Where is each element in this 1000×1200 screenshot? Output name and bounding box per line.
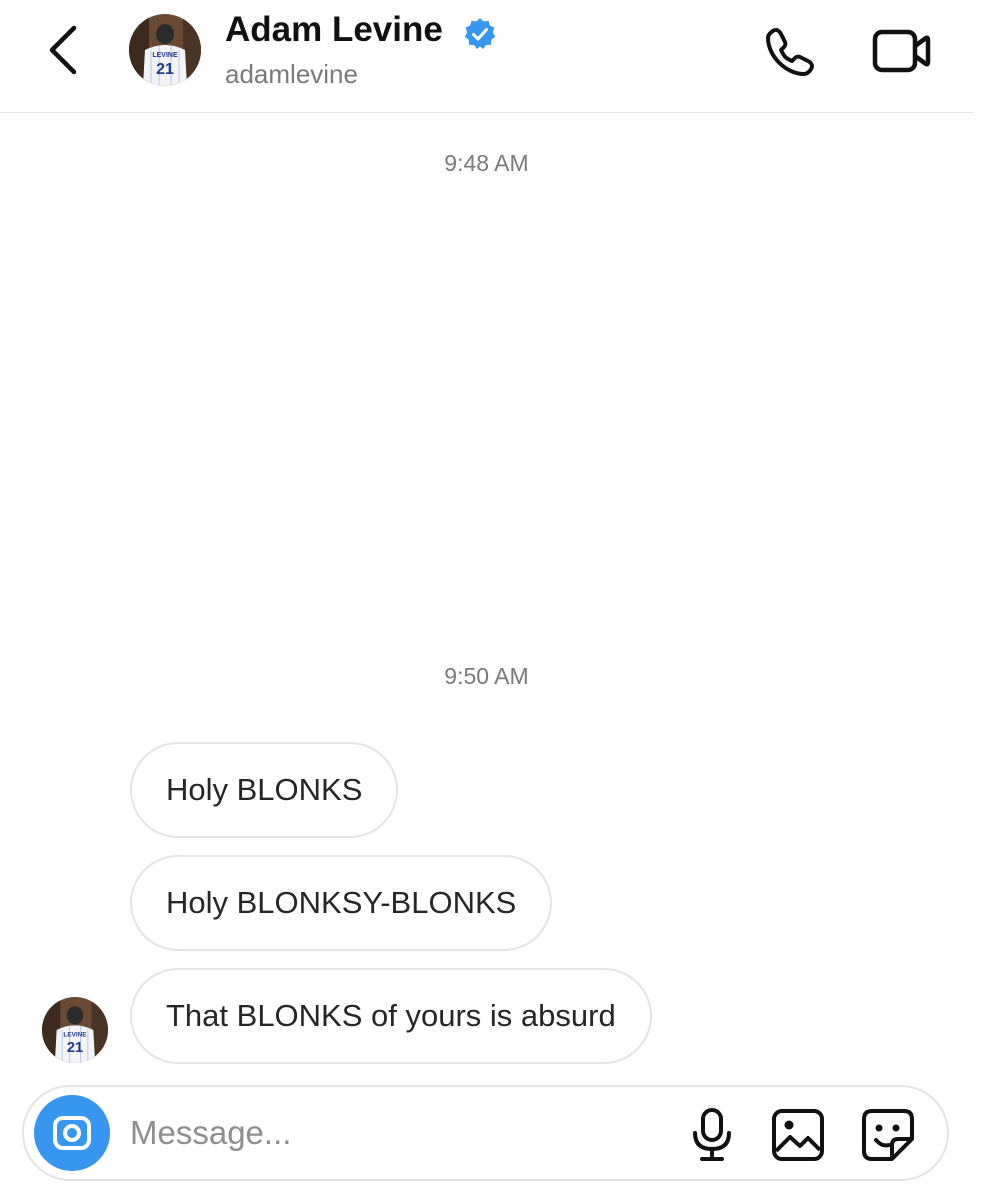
avatar-jersey-number: 21 <box>67 1040 83 1056</box>
gallery-button[interactable] <box>770 1107 826 1163</box>
contact-name[interactable]: Adam Levine <box>225 10 443 50</box>
message-input[interactable] <box>130 1107 670 1159</box>
message-timestamp: 9:48 AM <box>444 150 529 176</box>
audio-call-button[interactable] <box>760 22 820 82</box>
video-camera-icon <box>872 29 931 73</box>
message-text: Holy BLONKS <box>166 772 363 807</box>
message-composer <box>22 1085 949 1181</box>
message-timestamp: 9:50 AM <box>444 663 529 689</box>
received-message[interactable]: That BLONKS of yours is absurd <box>130 968 652 1064</box>
received-message[interactable]: Holy BLONKSY-BLONKS <box>130 855 553 951</box>
phone-icon <box>766 28 814 76</box>
chevron-left-icon <box>49 25 77 75</box>
back-button[interactable] <box>40 22 88 78</box>
image-icon <box>772 1109 824 1161</box>
avatar-jersey-number: 21 <box>156 61 174 78</box>
microphone-icon <box>693 1108 731 1161</box>
received-message[interactable]: Holy BLONKS <box>130 742 399 838</box>
avatar-jersey-name: LEVINE <box>63 1031 87 1038</box>
message-text: That BLONKS of yours is absurd <box>166 998 616 1033</box>
thread-header: LEVINE 21 Adam Levine adamlevine <box>0 0 973 113</box>
dm-thread-screen: LEVINE 21 Adam Levine adamlevine 9:48 AM <box>0 0 1000 1200</box>
sticker-icon <box>862 1109 914 1161</box>
sender-avatar[interactable]: LEVINE 21 <box>42 997 108 1063</box>
avatar-jersey-name: LEVINE <box>152 52 178 59</box>
contact-handle: adamlevine <box>225 59 358 89</box>
video-call-button[interactable] <box>870 24 934 80</box>
voice-message-button[interactable] <box>688 1107 736 1163</box>
camera-button[interactable] <box>34 1095 110 1171</box>
message-text: Holy BLONKSY-BLONKS <box>166 885 517 920</box>
camera-icon <box>53 1116 91 1150</box>
contact-avatar[interactable]: LEVINE 21 <box>129 14 201 86</box>
sticker-button[interactable] <box>860 1107 916 1163</box>
verified-badge-icon <box>462 16 498 52</box>
